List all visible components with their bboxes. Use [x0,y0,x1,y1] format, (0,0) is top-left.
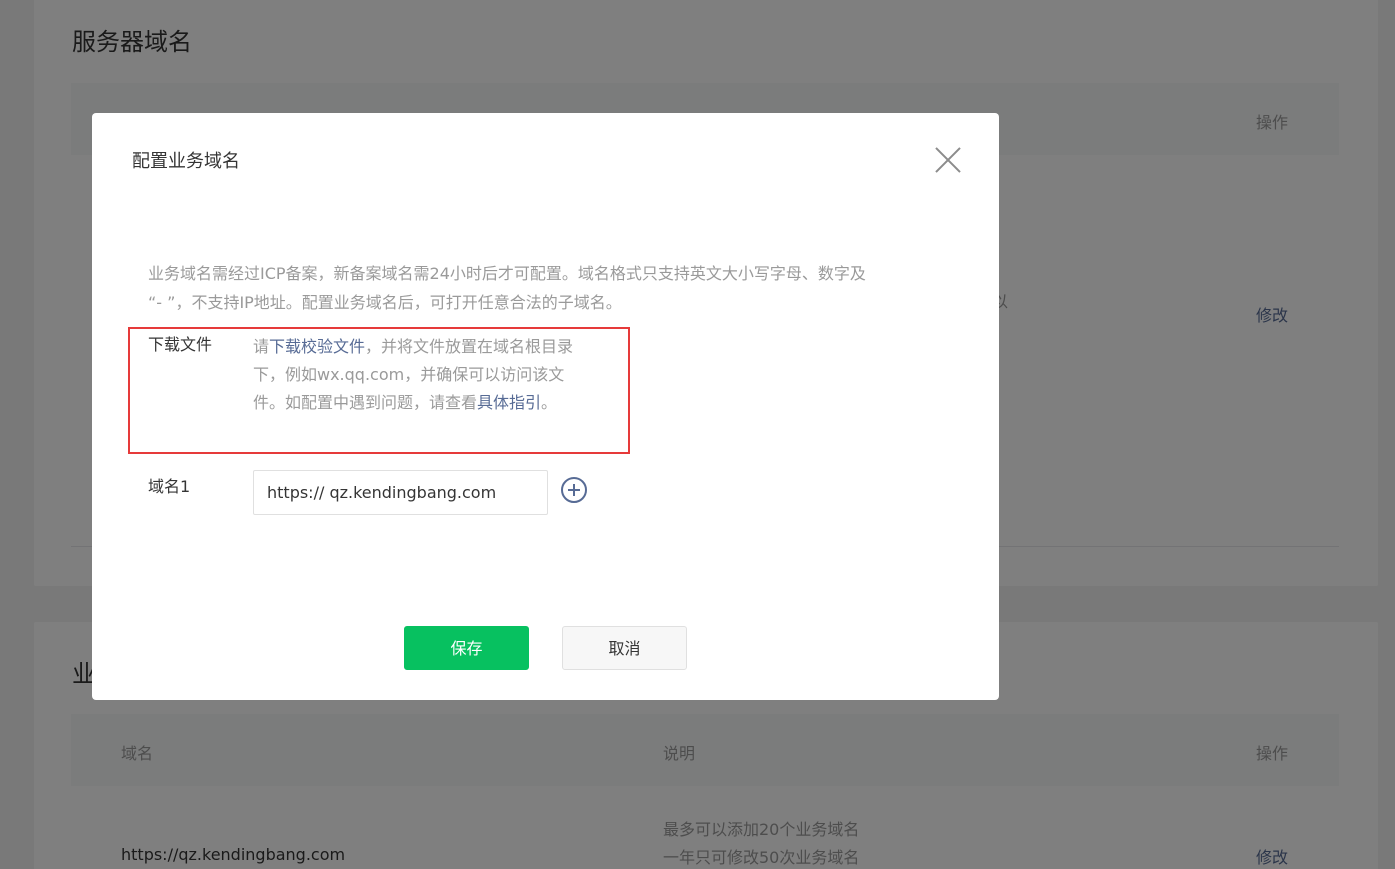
notice-line-1: 业务域名需经过ICP备案，新备案域名需24小时后才可配置。域名格式只支持英文大小… [148,264,866,283]
download-suffix: 。 [541,393,558,412]
download-prefix: 请 [253,337,270,356]
add-domain-icon[interactable] [561,477,587,503]
domain-1-label: 域名1 [148,477,191,496]
dialog-title: 配置业务域名 [132,151,240,172]
download-verification-file-link[interactable]: 下载校验文件 [269,337,365,356]
dialog-notice: 业务域名需经过ICP备案，新备案域名需24小时后才可配置。域名格式只支持英文大小… [148,259,948,317]
cancel-button[interactable]: 取消 [562,626,687,670]
save-button[interactable]: 保存 [404,626,529,670]
specific-guide-link[interactable]: 具体指引 [477,393,541,412]
notice-line-2: “- ”，不支持IP地址。配置业务域名后，可打开任意合法的子域名。 [148,293,622,312]
domain-1-input[interactable]: https:// qz.kendingbang.com [253,470,548,515]
download-file-label: 下载文件 [148,335,213,354]
download-instructions: 请下载校验文件，并将文件放置在域名根目录下，例如wx.qq.com，并确保可以访… [253,333,593,417]
configure-business-domain-dialog: 配置业务域名 业务域名需经过ICP备案，新备案域名需24小时后才可配置。域名格式… [92,113,999,700]
close-icon[interactable] [934,146,962,174]
